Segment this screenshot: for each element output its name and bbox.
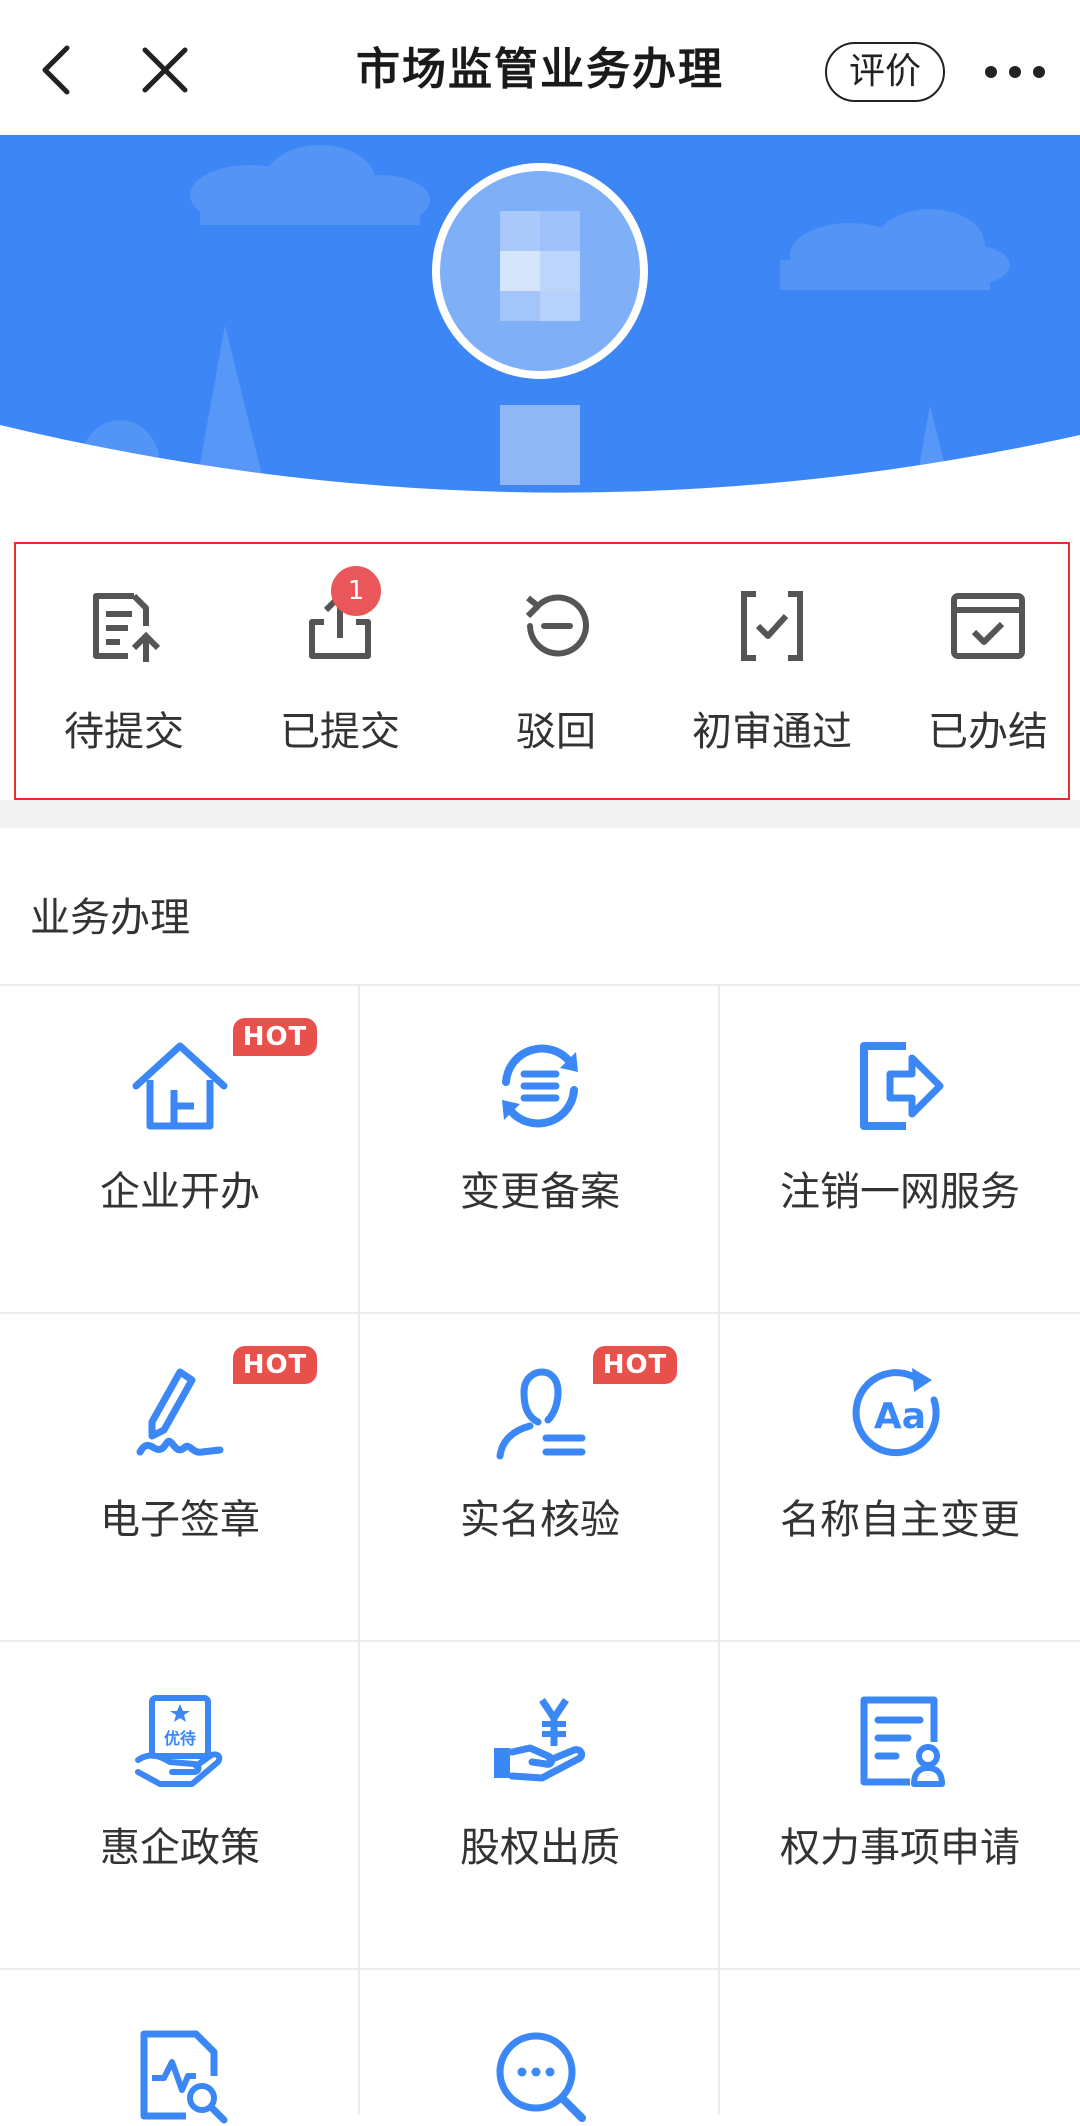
hot-badge: HOT (233, 1346, 317, 1384)
empty-grid-cell (720, 1970, 1080, 2115)
service-label: 变更备案 (460, 1169, 620, 1215)
service-company-setup[interactable]: HOT 企业开办 (0, 986, 360, 1314)
logout-icon (860, 1042, 944, 1130)
document-person-icon (860, 1696, 945, 1787)
undo-circle-icon (525, 594, 589, 657)
service-label: 实名核验 (460, 1497, 620, 1543)
close-icon (142, 47, 188, 93)
status-completed[interactable]: 已办结 (880, 544, 1080, 798)
document-upload-icon (93, 593, 161, 662)
profile-banner (0, 135, 1080, 547)
status-rejected[interactable]: 驳回 (448, 544, 664, 798)
status-first-review-passed[interactable]: 初审通过 (664, 544, 880, 798)
document-chart-search-icon (140, 2030, 228, 2124)
status-label: 初审通过 (692, 709, 852, 755)
more-dots-icon (985, 66, 1045, 78)
person-verify-icon (496, 1368, 586, 1460)
blurred-username (500, 405, 580, 485)
application-status-bar: 待提交 已提交 驳回 初审通过 已办结 (14, 542, 1070, 800)
service-label: 注销一网服务 (780, 1169, 1020, 1215)
service-report-search[interactable] (0, 1970, 360, 2124)
service-business-policy[interactable]: 优待 惠企政策 (0, 1642, 360, 1970)
house-icon (132, 1042, 228, 1130)
page-title: 市场监管业务办理 (356, 44, 724, 95)
hot-badge: HOT (593, 1346, 677, 1384)
rate-button[interactable]: 评价 (825, 42, 945, 102)
service-real-name-verify[interactable]: HOT 实名核验 (360, 1314, 720, 1642)
service-deregistration[interactable]: 注销一网服务 (720, 986, 1080, 1314)
back-button[interactable] (15, 30, 95, 110)
aa-rotate-icon: Aa (852, 1368, 940, 1457)
svg-text:优待: 优待 (164, 1729, 196, 1748)
hot-badge: HOT (233, 1018, 317, 1056)
status-pending-submit[interactable]: 待提交 (16, 544, 232, 798)
status-label: 待提交 (64, 709, 184, 755)
service-power-matters[interactable]: 权力事项申请 (720, 1642, 1080, 1970)
chat-search-icon (496, 2032, 586, 2122)
section-title: 业务办理 (30, 895, 190, 941)
submitted-count-badge: 1 (331, 566, 381, 616)
calendar-check-icon (951, 593, 1025, 659)
service-label: 权力事项申请 (780, 1825, 1020, 1871)
more-button[interactable] (975, 42, 1055, 102)
avatar[interactable] (440, 171, 640, 371)
service-e-seal[interactable]: HOT 电子签章 (0, 1314, 360, 1642)
status-label: 驳回 (516, 709, 596, 755)
blurred-avatar-image (500, 211, 580, 321)
top-nav-bar: 市场监管业务办理 评价 (0, 0, 1080, 135)
pen-signature-icon (136, 1368, 224, 1456)
close-button[interactable] (125, 30, 205, 110)
service-label: 电子签章 (100, 1497, 260, 1543)
bracket-check-icon (741, 591, 803, 661)
hand-yen-icon (494, 1698, 586, 1782)
status-label: 已办结 (928, 709, 1048, 755)
service-name-change[interactable]: Aa 名称自主变更 (720, 1314, 1080, 1642)
service-label: 名称自主变更 (780, 1497, 1020, 1543)
service-query[interactable] (360, 1970, 720, 2122)
service-change-filing[interactable]: 变更备案 (360, 986, 720, 1314)
service-label: 股权出质 (460, 1825, 620, 1871)
section-divider (0, 800, 1080, 828)
service-label: 企业开办 (100, 1169, 260, 1215)
refresh-list-icon (502, 1044, 578, 1128)
hand-card-icon: 优待 (135, 1695, 223, 1787)
chevron-left-icon (42, 45, 70, 95)
svg-text:Aa: Aa (874, 1396, 926, 1437)
service-label: 惠企政策 (100, 1825, 260, 1871)
status-label: 已提交 (280, 709, 400, 755)
service-equity-pledge[interactable]: 股权出质 (360, 1642, 720, 1970)
